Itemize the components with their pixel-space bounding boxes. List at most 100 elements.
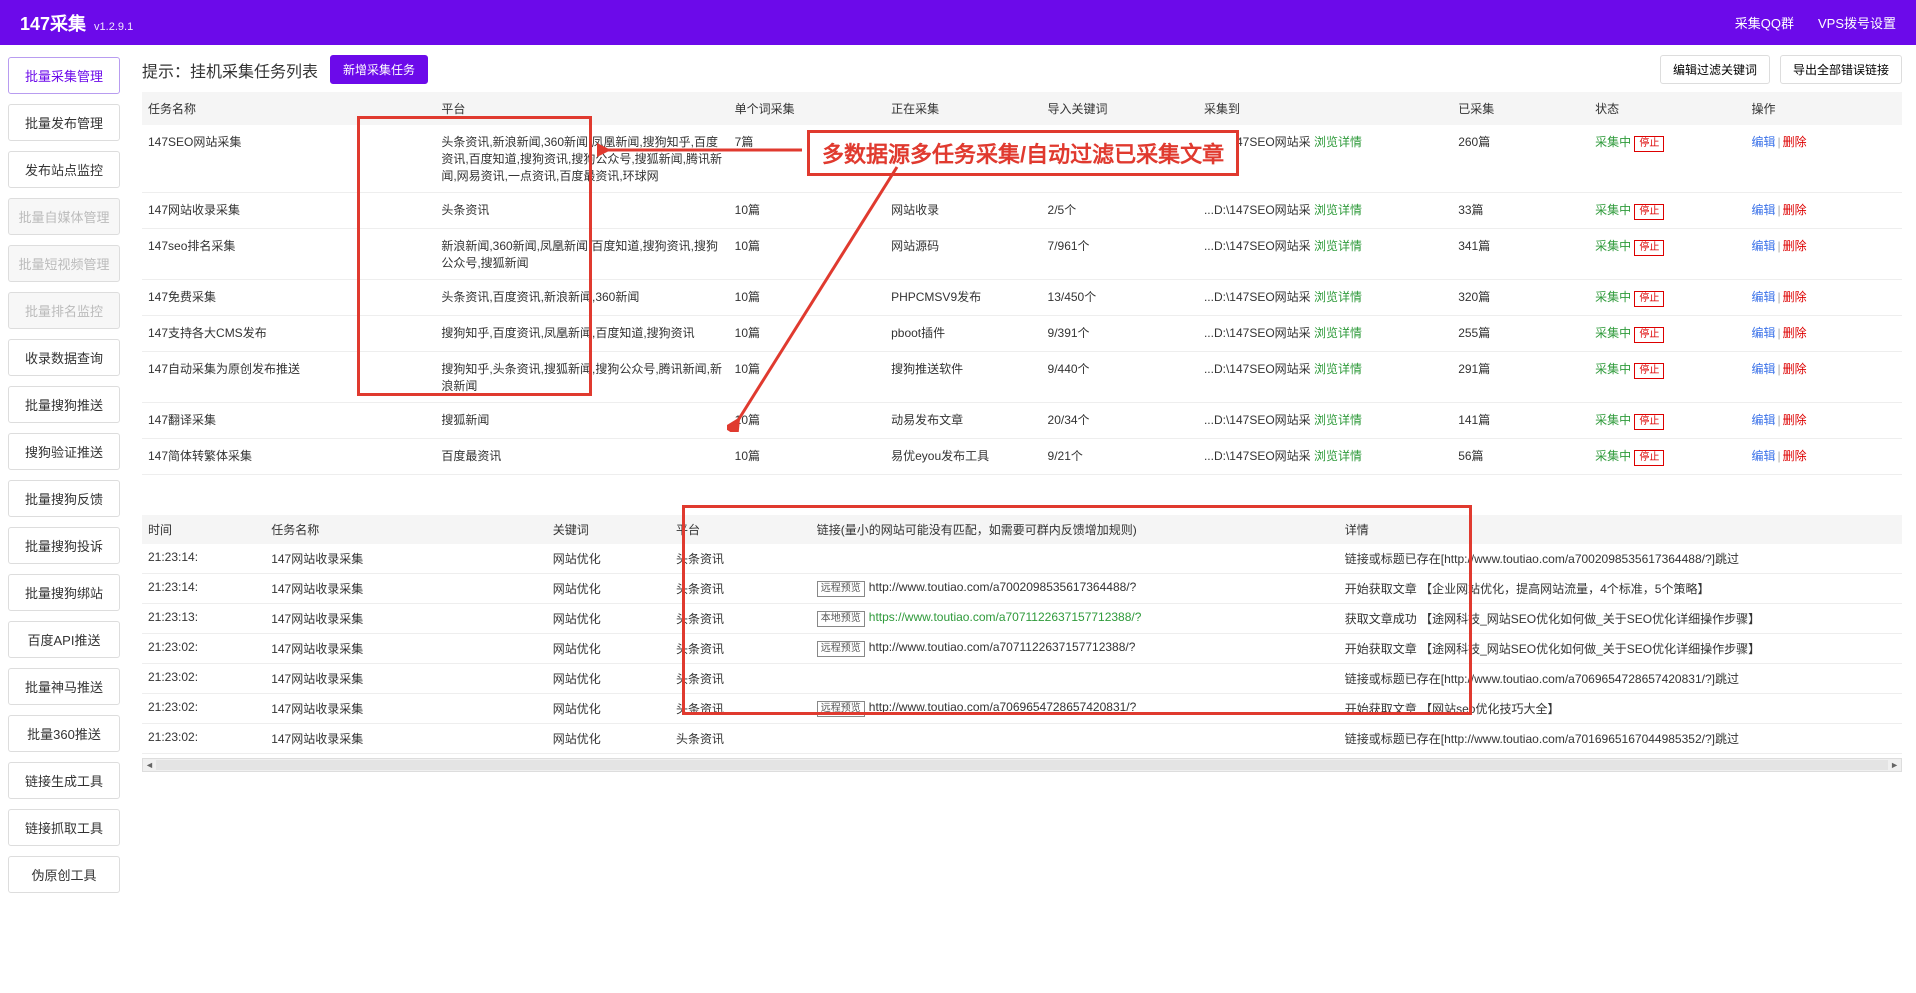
- status-label: 采集中: [1595, 290, 1631, 304]
- status-label: 采集中: [1595, 449, 1631, 463]
- task-imported: 7/961个: [1042, 229, 1198, 280]
- task-word: 10篇: [729, 193, 885, 229]
- task-word: 10篇: [729, 316, 885, 352]
- edit-link[interactable]: 编辑: [1752, 326, 1776, 340]
- new-task-button[interactable]: 新增采集任务: [330, 55, 428, 84]
- task-actions: 编辑|删除: [1746, 316, 1903, 352]
- stop-button[interactable]: 停止: [1634, 204, 1664, 220]
- browse-link[interactable]: 浏览详情: [1314, 449, 1362, 463]
- task-status: 采集中 停止: [1589, 125, 1745, 193]
- sidebar-item-15[interactable]: 链接生成工具: [8, 762, 120, 799]
- log-row: 21:23:13:147网站收录采集网站优化头条资讯本地预览https://ww…: [142, 604, 1902, 634]
- sidebar-item-8[interactable]: 搜狗验证推送: [8, 433, 120, 470]
- sidebar-item-16[interactable]: 链接抓取工具: [8, 809, 120, 846]
- edit-link[interactable]: 编辑: [1752, 135, 1776, 149]
- sidebar-item-11[interactable]: 批量搜狗绑站: [8, 574, 120, 611]
- browse-link[interactable]: 浏览详情: [1314, 135, 1362, 149]
- sidebar-item-1[interactable]: 批量发布管理: [8, 104, 120, 141]
- sidebar-item-6[interactable]: 收录数据查询: [8, 339, 120, 376]
- task-status: 采集中 停止: [1589, 193, 1745, 229]
- stop-button[interactable]: 停止: [1634, 414, 1664, 430]
- sidebar-item-14[interactable]: 批量360推送: [8, 715, 120, 752]
- browse-link[interactable]: 浏览详情: [1314, 413, 1362, 427]
- log-time: 21:23:13:: [142, 604, 265, 634]
- log-platform: 头条资讯: [670, 724, 811, 754]
- delete-link[interactable]: 删除: [1783, 239, 1807, 253]
- edit-link[interactable]: 编辑: [1752, 203, 1776, 217]
- log-task: 147网站收录采集: [265, 544, 547, 574]
- log-link[interactable]: https://www.toutiao.com/a707112263715771…: [869, 610, 1142, 624]
- task-imported: 9/21个: [1042, 439, 1198, 475]
- task-col-2: 单个词采集: [729, 92, 885, 125]
- task-word: 7篇: [729, 125, 885, 193]
- sidebar-item-10[interactable]: 批量搜狗投诉: [8, 527, 120, 564]
- log-time: 21:23:14:: [142, 544, 265, 574]
- sidebar-item-17[interactable]: 伪原创工具: [8, 856, 120, 893]
- edit-link[interactable]: 编辑: [1752, 413, 1776, 427]
- browse-link[interactable]: 浏览详情: [1314, 326, 1362, 340]
- task-status: 采集中 停止: [1589, 229, 1745, 280]
- stop-button[interactable]: 停止: [1634, 291, 1664, 307]
- log-link[interactable]: http://www.toutiao.com/a7002098535617364…: [869, 580, 1137, 594]
- scroll-right-icon[interactable]: ►: [1890, 760, 1899, 770]
- task-platform: 头条资讯,百度资讯,新浪新闻,360新闻: [435, 280, 728, 316]
- browse-link[interactable]: 浏览详情: [1314, 239, 1362, 253]
- task-dest: ...D:\147SEO网站采 浏览详情: [1198, 439, 1452, 475]
- edit-link[interactable]: 编辑: [1752, 449, 1776, 463]
- delete-link[interactable]: 删除: [1783, 135, 1807, 149]
- task-done: 291篇: [1452, 352, 1589, 403]
- sidebar-item-0[interactable]: 批量采集管理: [8, 57, 120, 94]
- sidebar-item-12[interactable]: 百度API推送: [8, 621, 120, 658]
- log-task: 147网站收录采集: [265, 694, 547, 724]
- filter-keywords-button[interactable]: 编辑过滤关键词: [1660, 55, 1770, 84]
- log-task: 147网站收录采集: [265, 634, 547, 664]
- task-name: 147网站收录采集: [142, 193, 435, 229]
- stop-button[interactable]: 停止: [1634, 136, 1664, 152]
- task-platform: 搜狐新闻: [435, 403, 728, 439]
- task-status: 采集中 停止: [1589, 316, 1745, 352]
- task-current: 网站收录: [885, 193, 1041, 229]
- browse-link[interactable]: 浏览详情: [1314, 203, 1362, 217]
- log-link[interactable]: http://www.toutiao.com/a7071122637157712…: [869, 640, 1136, 654]
- delete-link[interactable]: 删除: [1783, 362, 1807, 376]
- stop-button[interactable]: 停止: [1634, 363, 1664, 379]
- edit-link[interactable]: 编辑: [1752, 239, 1776, 253]
- preview-badge[interactable]: 远程预览: [817, 701, 865, 717]
- sidebar-item-13[interactable]: 批量神马推送: [8, 668, 120, 705]
- task-status: 采集中 停止: [1589, 352, 1745, 403]
- log-link[interactable]: http://www.toutiao.com/a7069654728657420…: [869, 700, 1137, 714]
- task-imported: 9/391个: [1042, 316, 1198, 352]
- log-platform: 头条资讯: [670, 634, 811, 664]
- log-link-cell: 远程预览 http://www.toutiao.com/a706965472865…: [811, 694, 1339, 724]
- preview-badge[interactable]: 远程预览: [817, 641, 865, 657]
- delete-link[interactable]: 删除: [1783, 290, 1807, 304]
- edit-link[interactable]: 编辑: [1752, 290, 1776, 304]
- sidebar-item-7[interactable]: 批量搜狗推送: [8, 386, 120, 423]
- preview-badge[interactable]: 本地预览: [817, 611, 865, 627]
- delete-link[interactable]: 删除: [1783, 326, 1807, 340]
- delete-link[interactable]: 删除: [1783, 413, 1807, 427]
- stop-button[interactable]: 停止: [1634, 240, 1664, 256]
- export-errors-button[interactable]: 导出全部错误链接: [1780, 55, 1902, 84]
- log-col-5: 详情: [1339, 515, 1902, 544]
- horizontal-scrollbar[interactable]: ◄ ►: [142, 758, 1902, 772]
- browse-link[interactable]: 浏览详情: [1314, 362, 1362, 376]
- delete-link[interactable]: 删除: [1783, 449, 1807, 463]
- log-platform: 头条资讯: [670, 574, 811, 604]
- task-col-0: 任务名称: [142, 92, 435, 125]
- sidebar-item-9[interactable]: 批量搜狗反馈: [8, 480, 120, 517]
- stop-button[interactable]: 停止: [1634, 450, 1664, 466]
- sidebar-item-2[interactable]: 发布站点监控: [8, 151, 120, 188]
- edit-link[interactable]: 编辑: [1752, 362, 1776, 376]
- header-link-qq[interactable]: 采集QQ群: [1735, 13, 1794, 32]
- scroll-left-icon[interactable]: ◄: [145, 760, 154, 770]
- delete-link[interactable]: 删除: [1783, 203, 1807, 217]
- browse-link[interactable]: 浏览详情: [1314, 290, 1362, 304]
- log-task: 147网站收录采集: [265, 724, 547, 754]
- preview-badge[interactable]: 远程预览: [817, 581, 865, 597]
- task-actions: 编辑|删除: [1746, 280, 1903, 316]
- stop-button[interactable]: 停止: [1634, 327, 1664, 343]
- header-link-vps[interactable]: VPS拨号设置: [1818, 13, 1896, 32]
- log-detail: 获取文章成功 【途网科技_网站SEO优化如何做_关于SEO优化详细操作步骤】: [1339, 604, 1902, 634]
- log-detail: 开始获取文章 【途网科技_网站SEO优化如何做_关于SEO优化详细操作步骤】: [1339, 634, 1902, 664]
